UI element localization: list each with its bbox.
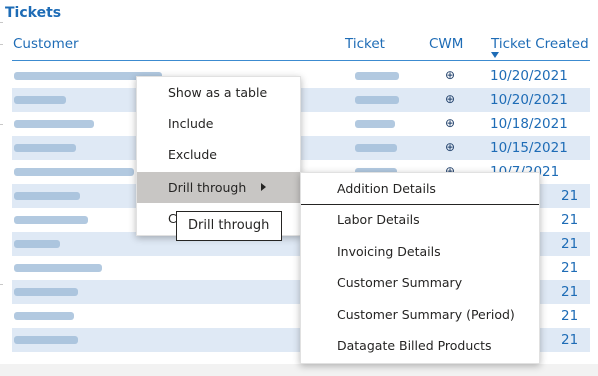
ticket-created-cell: 21 xyxy=(561,260,579,276)
ticket-cell-blurred xyxy=(355,144,397,152)
menu-item-include[interactable]: Include xyxy=(137,108,300,139)
edge-marker xyxy=(0,44,3,45)
customer-cell-blurred xyxy=(14,336,78,344)
menu-item-label: Show as a table xyxy=(168,85,268,100)
submenu-item-datagate-billed-products[interactable]: Datagate Billed Products xyxy=(301,330,539,361)
link-icon[interactable]: ⊕ xyxy=(445,68,455,82)
caret-right-icon xyxy=(261,183,266,191)
table-row[interactable]: ⊕ 10/18/2021 xyxy=(12,112,590,136)
submenu-item-invoicing-details[interactable]: Invoicing Details xyxy=(301,236,539,267)
customer-cell-blurred xyxy=(14,288,78,296)
ticket-created-cell: 21 xyxy=(561,188,579,204)
ticket-created-cell: 10/18/2021 xyxy=(490,116,568,132)
customer-cell-blurred xyxy=(14,144,76,152)
ticket-created-cell: 21 xyxy=(561,236,579,252)
submenu-item-label: Customer Summary (Period) xyxy=(337,307,515,322)
customer-cell-blurred xyxy=(14,192,80,200)
ticket-created-cell: 21 xyxy=(561,212,579,228)
table-row[interactable]: ⊕ 10/20/2021 xyxy=(12,88,590,112)
ticket-cell-blurred xyxy=(355,96,399,104)
menu-item-label: Drill through xyxy=(168,180,247,195)
menu-item-label: Exclude xyxy=(168,147,217,162)
customer-cell-blurred xyxy=(14,264,102,272)
tooltip-text: Drill through xyxy=(188,218,270,233)
menu-item-label: Include xyxy=(168,116,214,131)
table-row[interactable]: ⊕ 10/15/2021 xyxy=(12,136,590,160)
table-row[interactable]: ⊕ 10/20/2021 xyxy=(12,64,590,88)
header-divider xyxy=(12,60,590,61)
drill-through-submenu: Addition Details Labor Details Invoicing… xyxy=(300,172,540,364)
edge-marker xyxy=(0,22,3,23)
ticket-created-cell: 21 xyxy=(561,332,579,348)
drill-through-tooltip: Drill through xyxy=(176,211,282,241)
submenu-item-label: Customer Summary xyxy=(337,275,463,290)
customer-cell-blurred xyxy=(14,96,66,104)
column-header-ticket[interactable]: Ticket xyxy=(345,36,385,52)
column-header-ticket-created[interactable]: Ticket Created xyxy=(491,36,589,52)
ticket-created-cell: 21 xyxy=(561,308,579,324)
edge-marker xyxy=(0,284,3,285)
menu-item-show-as-table[interactable]: Show as a table xyxy=(137,77,300,108)
table-title: Tickets xyxy=(5,5,62,21)
ticket-created-cell: 10/15/2021 xyxy=(490,140,568,156)
customer-cell-blurred xyxy=(14,168,134,176)
table-bottom-edge xyxy=(0,364,598,376)
submenu-item-customer-summary-period[interactable]: Customer Summary (Period) xyxy=(301,299,539,330)
submenu-item-addition-details[interactable]: Addition Details xyxy=(301,173,539,205)
ticket-cell-blurred xyxy=(355,72,399,80)
column-header-cwm[interactable]: CWM xyxy=(429,36,463,52)
submenu-item-customer-summary[interactable]: Customer Summary xyxy=(301,267,539,298)
ticket-created-cell: 21 xyxy=(561,284,579,300)
customer-cell-blurred xyxy=(14,120,94,128)
submenu-item-labor-details[interactable]: Labor Details xyxy=(301,204,539,235)
submenu-item-label: Invoicing Details xyxy=(337,244,441,259)
submenu-item-label: Addition Details xyxy=(337,181,436,196)
menu-item-drill-through[interactable]: Drill through xyxy=(137,172,300,203)
link-icon[interactable]: ⊕ xyxy=(445,140,455,154)
ticket-created-cell: 10/20/2021 xyxy=(490,92,568,108)
submenu-item-label: Labor Details xyxy=(337,212,420,227)
column-header-customer[interactable]: Customer xyxy=(13,36,79,52)
link-icon[interactable]: ⊕ xyxy=(445,92,455,106)
customer-cell-blurred xyxy=(14,240,60,248)
submenu-item-label: Datagate Billed Products xyxy=(337,338,492,353)
ticket-cell-blurred xyxy=(355,120,395,128)
customer-cell-blurred xyxy=(14,216,88,224)
menu-item-exclude[interactable]: Exclude xyxy=(137,139,300,170)
sort-descending-icon[interactable] xyxy=(491,52,499,58)
customer-cell-blurred xyxy=(14,312,74,320)
edge-marker xyxy=(0,124,3,125)
link-icon[interactable]: ⊕ xyxy=(445,116,455,130)
ticket-created-cell: 10/20/2021 xyxy=(490,68,568,84)
